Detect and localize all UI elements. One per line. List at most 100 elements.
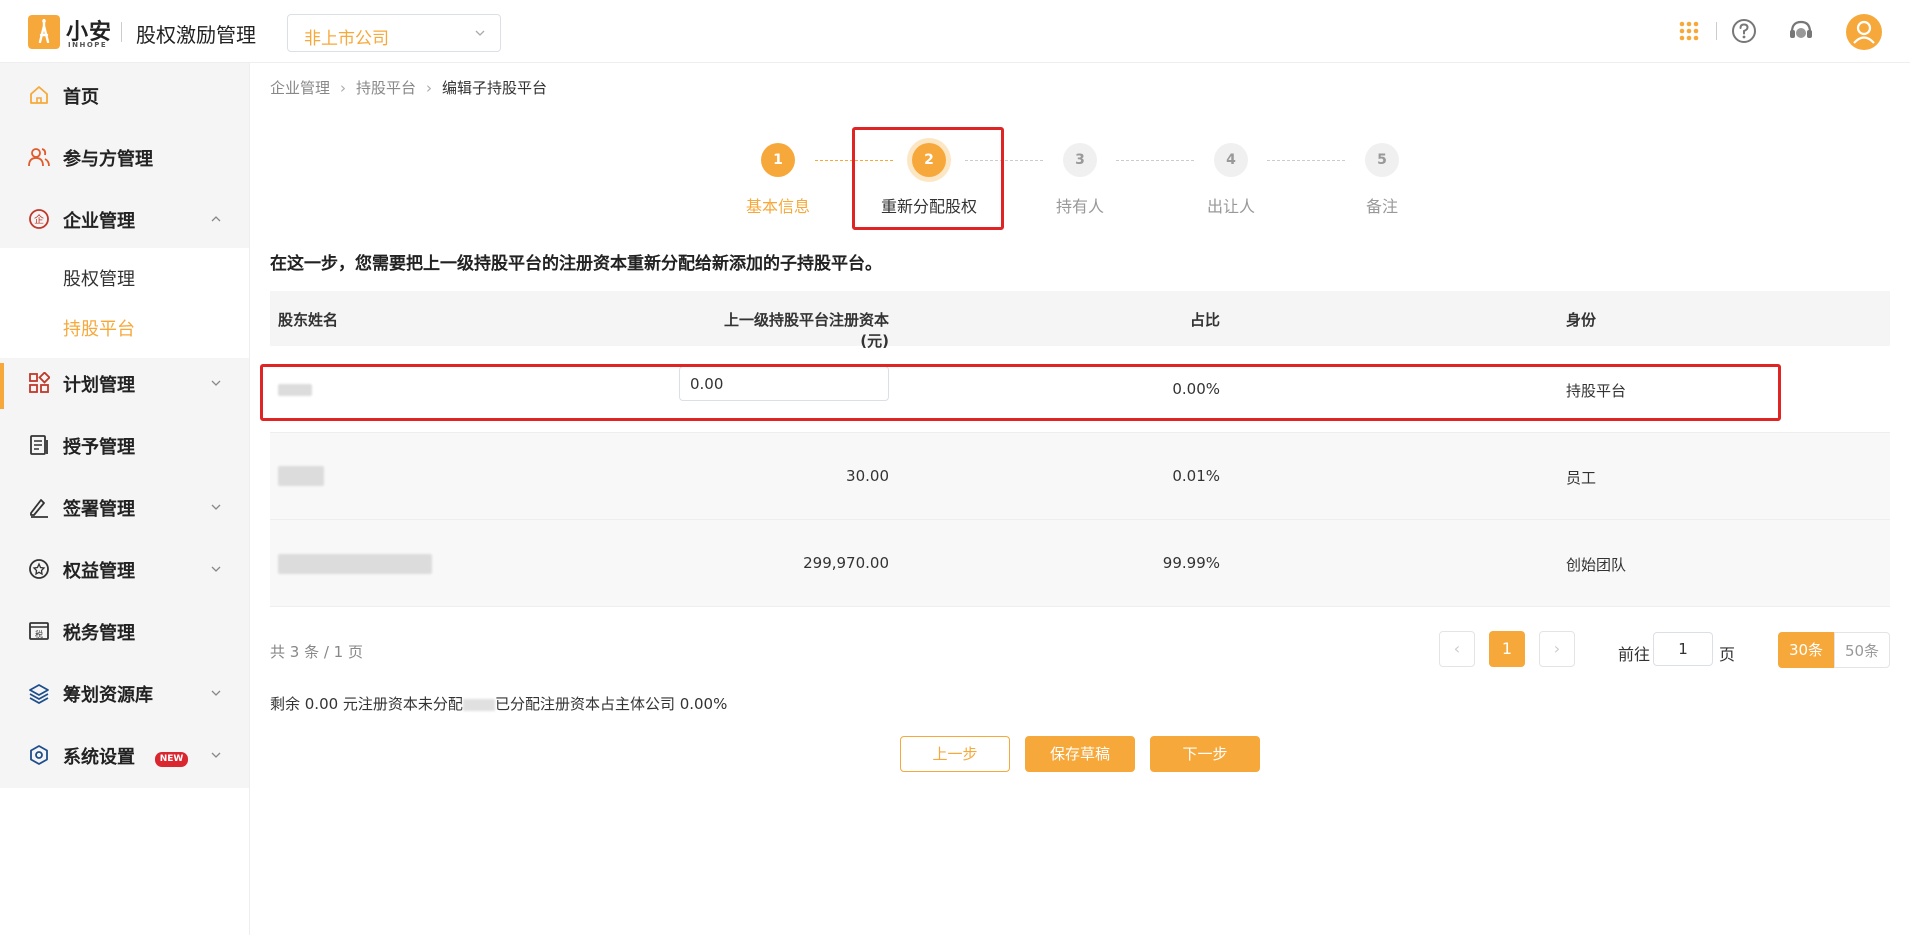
users-icon [28,148,50,167]
prev-step-button[interactable]: 上一步 [900,736,1010,772]
save-draft-button[interactable]: 保存草稿 [1025,736,1135,772]
ratio-cell: 0.01% [1172,467,1220,485]
company-type-value: 非上市公司 [304,29,389,49]
document-icon [30,435,48,455]
sidebar-item-participants[interactable]: 参与方管理 [0,131,249,181]
step-label: 备注 [1365,197,1398,216]
allocation-summary: 剩余 0.00 元注册资本未分配 已分配注册资本占主体公司 0.00% [270,693,727,714]
total-count: 共 3 条 / 1 页 [270,643,363,661]
chevron-down-icon [211,380,221,386]
table-header: 股东姓名 上一级持股平台注册资本(元) 占比 身份 [270,291,1890,350]
sidebar-item-label: 参与方管理 [63,149,153,170]
header-divider [1716,22,1717,40]
page-size-30-button[interactable]: 30条 [1778,632,1834,668]
settings-icon [30,745,48,765]
tax-icon: 税 [29,622,49,640]
step-number: 5 [1365,143,1399,177]
step-label: 持有人 [1055,197,1104,216]
page-number-current[interactable]: 1 [1489,631,1525,667]
svg-text:企: 企 [34,213,44,226]
sidebar-item-home[interactable]: 首页 [0,69,249,119]
sidebar: 首页 参与方管理 企 企业管理 股权管理 持股平台 计划管理 授予管理 签署管理… [0,63,250,935]
chevron-up-icon [211,216,221,222]
top-header: 小安 INHOPE 股权激励管理 非上市公司 [0,0,1910,63]
table-row: 30.00 0.01% 员工 [270,433,1890,520]
summary-allocated: 已分配注册资本占主体公司 0.00% [494,695,728,713]
col-header-capital: 上一级持股平台注册资本(元) [723,311,889,350]
page-size-50-button[interactable]: 50条 [1834,632,1890,668]
sidebar-item-resources[interactable]: 筹划资源库 [0,667,249,717]
user-avatar-icon[interactable] [1846,14,1882,50]
step-label: 基本信息 [745,197,810,216]
chevron-right-icon: › [426,79,433,97]
chevron-down-icon [211,504,221,510]
sidebar-item-label: 系统设置 [63,747,135,768]
redacted-name [278,554,432,574]
customer-service-icon[interactable] [1786,16,1816,46]
logo [28,15,60,49]
redacted-name [462,698,495,711]
highlight-box-step [852,127,1004,230]
step-label: 出让人 [1206,197,1255,216]
col-header-ratio: 占比 [1189,311,1220,329]
next-page-button[interactable]: › [1539,631,1575,667]
brand-divider [121,22,122,42]
capital-cell: 299,970.00 [803,554,889,572]
apps-grid-icon[interactable] [1674,16,1704,46]
breadcrumb-item[interactable]: 企业管理 [270,77,330,98]
home-icon [30,86,48,104]
sidebar-item-label: 首页 [63,87,99,108]
brand-name-en: INHOPE [68,41,108,49]
sidebar-item-label: 授予管理 [63,437,135,458]
page-unit-label: 页 [1719,645,1736,664]
chevron-down-icon [211,566,221,572]
prev-page-button[interactable]: ‹ [1439,631,1475,667]
badge-icon [29,559,49,579]
sidebar-item-settings[interactable]: 系统设置 [0,729,249,779]
highlight-box-row [260,364,1781,421]
role-cell: 创始团队 [1566,556,1627,574]
sidebar-item-company[interactable]: 企 企业管理 [0,193,249,243]
col-header-name: 股东姓名 [278,311,339,329]
redacted-name [278,466,324,486]
col-header-role: 身份 [1566,311,1597,329]
grid-icon [29,372,50,393]
role-cell: 员工 [1566,469,1597,487]
summary-remaining: 剩余 0.00 元注册资本未分配 [270,695,463,713]
svg-text:税: 税 [35,629,43,639]
step-connector [1116,160,1194,161]
chevron-down-icon [211,752,221,758]
step-number: 4 [1214,143,1248,177]
breadcrumb-item[interactable]: 持股平台 [356,77,416,98]
sidebar-subitem-equity[interactable]: 股权管理 [63,265,135,291]
sidebar-item-rights[interactable]: 权益管理 [0,543,249,593]
chevron-right-icon: › [340,79,347,97]
company-type-select[interactable]: 非上市公司 [287,14,501,52]
logo-icon [38,19,50,43]
sidebar-item-label: 签署管理 [63,499,135,520]
sidebar-item-plan[interactable]: 计划管理 [0,357,249,407]
next-step-button[interactable]: 下一步 [1150,736,1260,772]
breadcrumb-current: 编辑子持股平台 [442,79,548,97]
ratio-cell: 99.99% [1162,554,1220,572]
app-title: 股权激励管理 [136,23,256,47]
sidebar-item-label: 筹划资源库 [63,685,153,706]
sidebar-item-label: 企业管理 [63,211,135,232]
chevron-down-icon [475,30,485,36]
help-icon[interactable] [1729,16,1759,46]
sidebar-item-sign[interactable]: 签署管理 [0,481,249,531]
capital-cell: 30.00 [846,467,889,485]
goto-page-input[interactable] [1653,632,1713,666]
company-icon: 企 [29,209,49,229]
sidebar-item-tax[interactable]: 税 税务管理 [0,605,249,655]
goto-label: 前往 [1618,645,1651,664]
table-row: 299,970.00 99.99% 创始团队 [270,520,1890,607]
step-number: 3 [1063,143,1097,177]
sidebar-item-grant[interactable]: 授予管理 [0,419,249,469]
sidebar-item-label: 计划管理 [63,375,135,396]
breadcrumb: 企业管理 › 持股平台 › 编辑子持股平台 [270,77,547,98]
layers-icon [29,684,49,704]
sidebar-subitem-platform[interactable]: 持股平台 [63,315,135,341]
chevron-down-icon [211,690,221,696]
instruction-text: 在这一步，您需要把上一级持股平台的注册资本重新分配给新添加的子持股平台。 [270,254,882,274]
